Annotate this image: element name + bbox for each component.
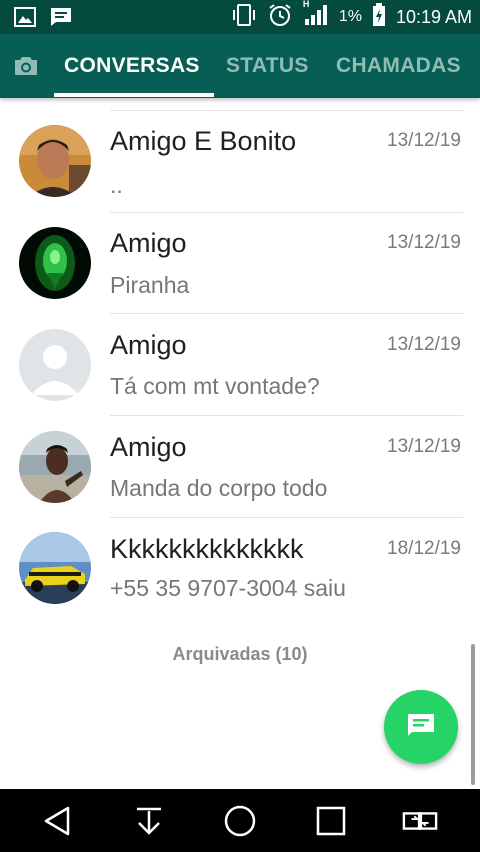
chat-date: 13/12/19 (387, 232, 461, 253)
avatar (19, 431, 91, 503)
clock: 10:19 AM (395, 6, 472, 27)
chat-date: 13/12/19 (387, 334, 461, 355)
chat-name: Amigo (110, 330, 187, 360)
group-avatar (19, 532, 91, 604)
chat-last-message: +55 35 9707-3004 saiu (110, 575, 346, 601)
divider (110, 313, 463, 314)
chat-date: 13/12/19 (387, 436, 461, 457)
new-chat-icon (406, 712, 436, 743)
active-tab-indicator (54, 93, 214, 97)
chat-row[interactable]: Amigo E Bonito 13/12/19 .. (0, 112, 480, 214)
chat-name: Amigo E Bonito (110, 126, 297, 156)
chat-name: Amigo (110, 228, 187, 258)
message-icon (50, 7, 72, 32)
tab-conversas[interactable]: CONVERSAS (64, 54, 200, 78)
avatar (19, 125, 91, 197)
chat-row[interactable]: Amigo 13/12/19 Piranha (0, 214, 480, 316)
camera-icon[interactable] (12, 54, 40, 83)
chat-last-message: Manda do corpo todo (110, 475, 328, 501)
chat-name: Kkkkkkkkkkkkkk (110, 534, 304, 564)
chat-row[interactable]: Amigo 13/12/19 Manda do corpo todo (0, 418, 480, 520)
download-icon[interactable] (131, 803, 167, 839)
back-icon[interactable] (40, 803, 76, 839)
status-bar: H 1% 10:19 AM (0, 0, 480, 34)
alarm-icon (267, 3, 293, 32)
battery-charging-icon (372, 2, 386, 32)
chat-last-message: Tá com mt vontade? (110, 373, 320, 399)
chat-date: 13/12/19 (387, 130, 461, 151)
new-chat-button[interactable] (384, 690, 458, 764)
tab-status[interactable]: STATUS (226, 54, 309, 78)
divider (110, 212, 463, 213)
chat-name: Amigo (110, 432, 187, 462)
switch-app-icon[interactable] (402, 803, 438, 839)
image-icon (14, 7, 36, 32)
divider (110, 517, 463, 518)
scrollbar[interactable] (471, 644, 475, 785)
navigation-bar (0, 789, 480, 852)
chat-row[interactable]: Amigo 13/12/19 Tá com mt vontade? (0, 316, 480, 418)
signal-icon: H (302, 0, 329, 32)
vibrate-icon (231, 3, 257, 32)
chat-last-message: Piranha (110, 272, 190, 298)
default-avatar-icon (19, 329, 91, 401)
tab-chamadas[interactable]: CHAMADAS (336, 54, 461, 78)
chat-last-message: .. (110, 172, 123, 198)
divider (110, 415, 463, 416)
battery-percent: 1% (338, 8, 362, 25)
chat-row[interactable]: Kkkkkkkkkkkkkk 18/12/19 +55 35 9707-3004… (0, 520, 480, 622)
avatar (19, 227, 91, 299)
app-bar: CONVERSAS STATUS CHAMADAS (0, 34, 480, 98)
home-icon[interactable] (222, 803, 258, 839)
network-type: H (302, 0, 310, 9)
archived-chats-link[interactable]: Arquivadas (10) (0, 644, 480, 665)
chat-date: 18/12/19 (387, 538, 461, 559)
divider (110, 110, 463, 111)
recents-icon[interactable] (313, 803, 349, 839)
